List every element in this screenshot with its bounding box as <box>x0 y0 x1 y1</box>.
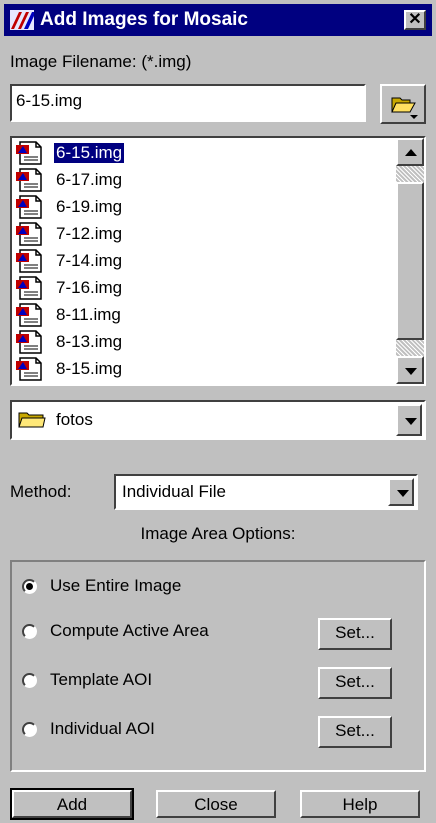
file-name: 7-14.img <box>56 251 123 270</box>
directory-dropdown[interactable]: fotos <box>10 400 426 440</box>
image-file-icon <box>16 357 46 381</box>
file-list-scrollbar[interactable] <box>396 138 424 384</box>
individual-aoi-set-button[interactable]: Set... <box>318 716 392 748</box>
close-icon: ✕ <box>408 11 422 28</box>
scroll-track-top[interactable] <box>396 166 424 182</box>
file-name: 8-11.img <box>56 305 121 324</box>
template-aoi-label: Template AOI <box>50 670 153 689</box>
file-name: 8-15.img <box>56 359 123 378</box>
template-aoi-set-button[interactable]: Set... <box>318 667 392 699</box>
directory-value: fotos <box>56 410 93 429</box>
set-button-label: Set... <box>335 623 375 642</box>
image-file-icon <box>16 141 46 165</box>
file-list-item[interactable]: 8-13.img <box>16 329 396 356</box>
filename-input[interactable]: 6-15.img <box>10 84 366 122</box>
arrow-down-icon <box>405 368 417 375</box>
close-button[interactable]: Close <box>156 790 276 818</box>
file-name: 8-13.img <box>56 332 123 351</box>
help-button-label: Help <box>342 795 378 814</box>
individual-aoi-radio[interactable] <box>22 722 37 737</box>
add-button-label: Add <box>56 795 88 814</box>
individual-aoi-label: Individual AOI <box>50 719 155 738</box>
close-window-button[interactable]: ✕ <box>404 10 426 30</box>
use-entire-image-radio[interactable] <box>22 579 37 594</box>
help-button[interactable]: Help <box>300 790 420 818</box>
mosaic-app-icon <box>10 10 34 30</box>
file-list-item[interactable]: 6-19.img <box>16 194 396 221</box>
scroll-thumb[interactable] <box>396 182 424 340</box>
scroll-up-button[interactable] <box>396 138 424 166</box>
image-file-icon <box>16 249 46 273</box>
image-file-icon <box>16 168 46 192</box>
file-list[interactable]: 6-15.img 6-17.img 6-19.img 7-12.img 7-14.img… <box>10 136 426 386</box>
method-dropdown-button[interactable] <box>388 478 414 506</box>
file-list-item[interactable]: 8-11.img <box>16 302 396 329</box>
file-list-item[interactable]: 8-15.img <box>16 356 396 383</box>
file-name: 6-15.img <box>52 142 126 164</box>
file-name: 6-19.img <box>56 197 123 216</box>
area-options-heading: Image Area Options: <box>140 524 296 543</box>
browse-folder-button[interactable] <box>380 84 426 124</box>
template-aoi-radio[interactable] <box>22 673 37 688</box>
window-title: Add Images for Mosaic <box>40 9 248 30</box>
add-button[interactable]: Add <box>12 790 132 818</box>
file-name: 7-12.img <box>56 224 123 243</box>
set-button-label: Set... <box>335 672 375 691</box>
chevron-down-icon <box>397 490 409 497</box>
file-list-item[interactable]: 7-16.img <box>16 275 396 302</box>
method-select[interactable]: Individual File <box>114 474 418 510</box>
radio-selected-dot <box>26 583 33 590</box>
filename-value: 6-15.img <box>16 91 83 110</box>
set-button-label: Set... <box>335 721 375 740</box>
chevron-down-icon <box>405 418 417 425</box>
file-list-item[interactable]: 6-17.img <box>16 167 396 194</box>
image-file-icon <box>16 222 46 246</box>
arrow-up-icon <box>405 149 417 156</box>
close-button-label: Close <box>194 795 238 814</box>
image-file-icon <box>16 195 46 219</box>
folder-icon <box>18 412 46 428</box>
scroll-down-button[interactable] <box>396 356 424 384</box>
filename-label: Image Filename: (*.img) <box>10 52 192 71</box>
file-name: 6-17.img <box>56 170 123 189</box>
scroll-track-bottom[interactable] <box>396 340 424 356</box>
compute-active-area-label: Compute Active Area <box>50 621 209 640</box>
method-label: Method: <box>10 482 72 501</box>
area-options-group: Use Entire Image Compute Active Area Set… <box>10 560 426 772</box>
compute-active-area-radio[interactable] <box>22 624 37 639</box>
file-list-item[interactable]: 6-15.img <box>16 140 396 167</box>
image-file-icon <box>16 276 46 300</box>
compute-active-area-set-button[interactable]: Set... <box>318 618 392 650</box>
image-file-icon <box>16 303 46 327</box>
file-list-item[interactable]: 7-14.img <box>16 248 396 275</box>
file-list-item[interactable]: 7-12.img <box>16 221 396 248</box>
image-file-icon <box>16 330 46 354</box>
use-entire-image-label: Use Entire Image <box>50 576 182 595</box>
file-name: 7-16.img <box>56 278 123 297</box>
method-value: Individual File <box>122 482 226 501</box>
title-bar[interactable]: Add Images for Mosaic ✕ <box>4 4 432 36</box>
open-folder-icon <box>391 97 418 119</box>
directory-dropdown-button[interactable] <box>396 404 422 436</box>
